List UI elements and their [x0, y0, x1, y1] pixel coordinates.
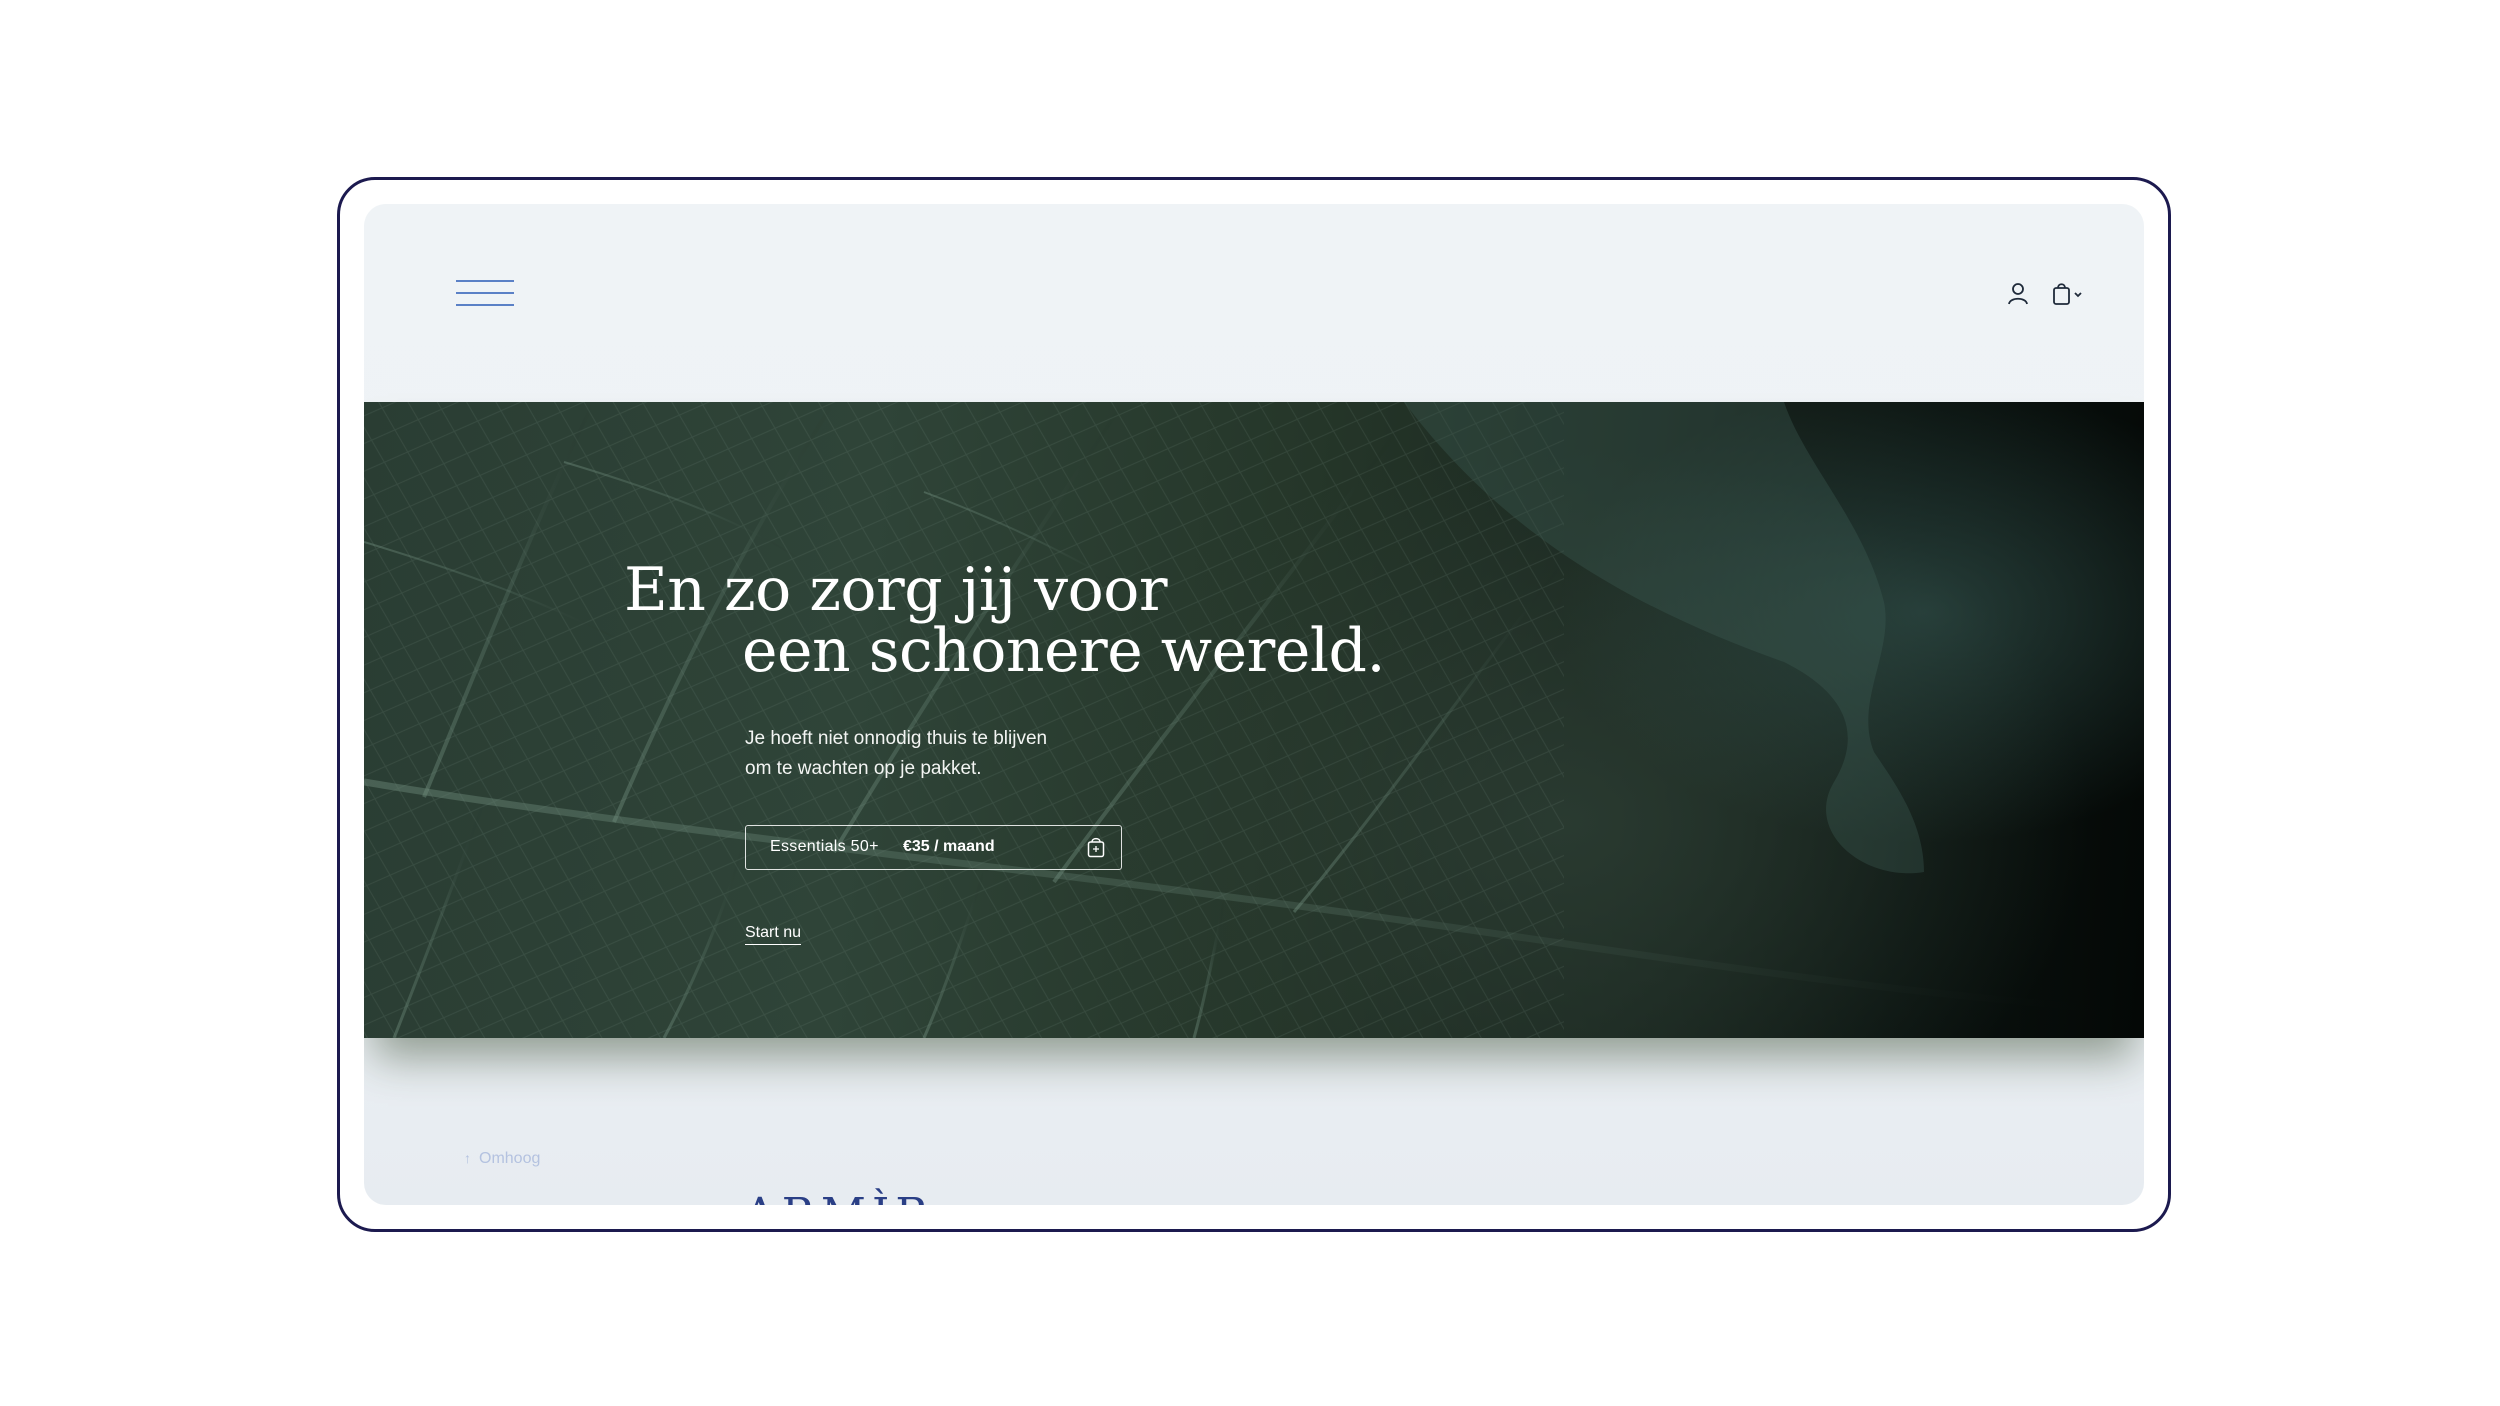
- shopping-bag-icon[interactable]: [2052, 282, 2088, 306]
- product-price: €35 / maand: [903, 838, 995, 855]
- hero-title-line-1: En zo zorg jij voor: [624, 555, 1168, 625]
- back-to-top-link[interactable]: ↑ Omhoog: [464, 1150, 540, 1168]
- menu-line: [456, 292, 514, 294]
- start-now-link[interactable]: Start nu: [745, 924, 802, 945]
- hero-subtitle: Je hoeft niet onnodig thuis te blijven o…: [745, 724, 1165, 784]
- hero-subtitle-line-2: om te wachten op je pakket.: [745, 758, 982, 779]
- user-icon[interactable]: [2007, 282, 2029, 306]
- back-to-top-label: Omhoog: [479, 1150, 541, 1167]
- arrow-up-icon: ↑: [464, 1150, 471, 1166]
- product-selector[interactable]: Essentials 50+ €35 / maand: [745, 825, 1122, 870]
- hero-title-line-2: een schonere wereld.: [742, 616, 1386, 686]
- device-frame: En zo zorg jij voor een schonere wereld.…: [337, 177, 2171, 1232]
- leaf-background-image: [364, 402, 2144, 1038]
- menu-line: [456, 304, 514, 306]
- hero-title: En zo zorg jij voor een schonere wereld.: [624, 555, 1386, 686]
- hero-banner: En zo zorg jij voor een schonere wereld.…: [364, 402, 2144, 1038]
- bag-icon[interactable]: [1087, 836, 1105, 858]
- hamburger-menu-icon[interactable]: [456, 280, 514, 310]
- brand-logo: ARMÌR: [744, 1189, 934, 1205]
- product-name: Essentials 50+: [770, 838, 879, 855]
- hero-subtitle-line-1: Je hoeft niet onnodig thuis te blijven: [745, 728, 1048, 749]
- browser-screen: En zo zorg jij voor een schonere wereld.…: [364, 204, 2144, 1205]
- menu-line: [456, 280, 514, 282]
